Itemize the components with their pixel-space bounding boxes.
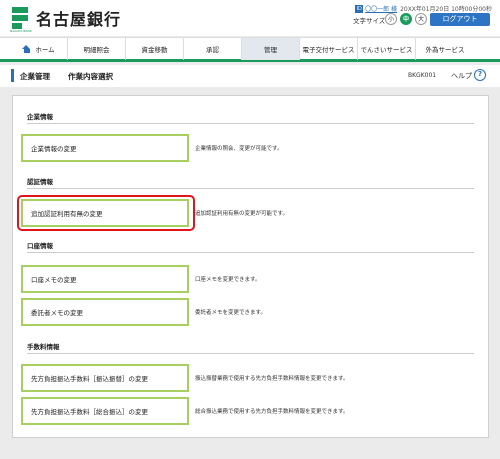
login-time: 20XX年01月20日 10時00分00秒 bbox=[400, 6, 492, 13]
nav-transfer[interactable]: 資金移動 bbox=[126, 38, 184, 60]
change-account-memo-desc: 口座メモを変更できます。 bbox=[195, 277, 261, 283]
change-fee-transfer-button[interactable]: 先方負担振込手数料［振込振替］の変更 bbox=[21, 364, 189, 392]
nav-e-delivery-label: 電子交付サービス bbox=[302, 46, 355, 54]
section-divider bbox=[27, 123, 474, 124]
change-consignor-memo-label: 委託者メモの変更 bbox=[31, 309, 83, 317]
nav-densai-label: でんさいサービス bbox=[360, 46, 413, 54]
user-name-link[interactable]: 〇〇一郎 様 bbox=[365, 4, 397, 13]
change-consignor-memo-button[interactable]: 委託者メモの変更 bbox=[21, 298, 189, 326]
nav-statements-label: 明細照会 bbox=[83, 46, 110, 54]
change-account-memo-label: 口座メモの変更 bbox=[31, 276, 77, 284]
text-size-large-button[interactable]: 大 bbox=[415, 13, 427, 25]
task-selection-panel: 企業情報 企業情報の変更 企業情報の照会、変更が可能です。 認証情報 追加認証利… bbox=[12, 95, 489, 438]
text-size-medium-button[interactable]: 中 bbox=[400, 13, 412, 25]
section-title-fees: 手数料情報 bbox=[27, 343, 60, 351]
bank-logo[interactable]: 名古屋銀行 bbox=[10, 6, 121, 30]
nav-forex-label: 外為サービス bbox=[425, 46, 465, 54]
page-title: 企業管理 bbox=[20, 72, 50, 81]
change-company-info-button[interactable]: 企業情報の変更 bbox=[21, 134, 189, 162]
section-title-company: 企業情報 bbox=[27, 113, 53, 121]
nav-statements[interactable]: 明細照会 bbox=[68, 38, 126, 60]
section-divider bbox=[27, 252, 474, 253]
change-fee-bulk-transfer-button[interactable]: 先方負担振込手数料［総合振込］の変更 bbox=[21, 397, 189, 425]
user-info: ID 〇〇一郎 様 20XX年01月20日 10時00分00秒 bbox=[355, 4, 492, 13]
page-title-bar: 企業管理 作業内容選択 BKGK001 ヘルプ ? bbox=[0, 65, 500, 87]
header: 名古屋銀行 NAGOYA BANK ID 〇〇一郎 様 20XX年01月20日 … bbox=[0, 0, 500, 36]
section-title-auth: 認証情報 bbox=[27, 178, 53, 186]
help-link[interactable]: ヘルプ bbox=[451, 71, 472, 81]
nav-home-label: ホーム bbox=[35, 46, 55, 54]
nav-forex[interactable]: 外為サービス bbox=[416, 38, 474, 60]
change-fee-bulk-transfer-desc: 総合振込業務で使用する先方負担手数料情報を変更できます。 bbox=[195, 409, 349, 415]
nav-management[interactable]: 管理 bbox=[242, 38, 300, 60]
bank-logo-icon bbox=[10, 6, 32, 30]
change-fee-transfer-label: 先方負担振込手数料［振込振替］の変更 bbox=[31, 375, 148, 383]
change-consignor-memo-desc: 委託者メモを変更できます。 bbox=[195, 310, 266, 316]
change-company-info-label: 企業情報の変更 bbox=[31, 145, 77, 153]
nav-approval-label: 承認 bbox=[206, 46, 219, 54]
help-icon[interactable]: ? bbox=[474, 69, 486, 81]
global-nav: ホーム 明細照会 資金移動 承認 管理 電子交付サービス でんさいサービス 外為… bbox=[0, 37, 500, 62]
home-icon bbox=[22, 45, 31, 53]
nav-approval[interactable]: 承認 bbox=[184, 38, 242, 60]
change-additional-auth-label: 追加認証利用有無の変更 bbox=[31, 210, 103, 218]
nav-home[interactable]: ホーム bbox=[10, 38, 68, 60]
nav-e-delivery[interactable]: 電子交付サービス bbox=[300, 38, 358, 60]
change-additional-auth-desc: 追加認証利用有無の変更が可能です。 bbox=[195, 211, 288, 217]
screen-id: BKGK001 bbox=[408, 72, 437, 79]
bank-name: 名古屋銀行 bbox=[36, 10, 122, 29]
user-icon: ID bbox=[355, 4, 364, 13]
nav-transfer-label: 資金移動 bbox=[141, 46, 168, 54]
text-size-label: 文字サイズ bbox=[353, 17, 386, 25]
section-divider bbox=[27, 353, 474, 354]
change-account-memo-button[interactable]: 口座メモの変更 bbox=[21, 265, 189, 293]
title-accent bbox=[11, 69, 14, 82]
nav-management-label: 管理 bbox=[264, 46, 277, 54]
bank-logo-sub: NAGOYA BANK bbox=[10, 29, 32, 33]
change-additional-auth-button[interactable]: 追加認証利用有無の変更 bbox=[21, 199, 189, 227]
change-fee-transfer-desc: 振込振替業務で使用する先方負担手数料情報を変更できます。 bbox=[195, 376, 349, 382]
section-title-account: 口座情報 bbox=[27, 242, 53, 250]
nav-densai[interactable]: でんさいサービス bbox=[358, 38, 416, 60]
change-fee-bulk-transfer-label: 先方負担振込手数料［総合振込］の変更 bbox=[31, 408, 148, 416]
section-divider bbox=[27, 188, 474, 189]
logout-button[interactable]: ログアウト bbox=[430, 13, 490, 26]
change-company-info-desc: 企業情報の照会、変更が可能です。 bbox=[195, 146, 283, 152]
text-size-small-button[interactable]: 小 bbox=[385, 13, 397, 25]
page-subtitle: 作業内容選択 bbox=[68, 72, 113, 81]
